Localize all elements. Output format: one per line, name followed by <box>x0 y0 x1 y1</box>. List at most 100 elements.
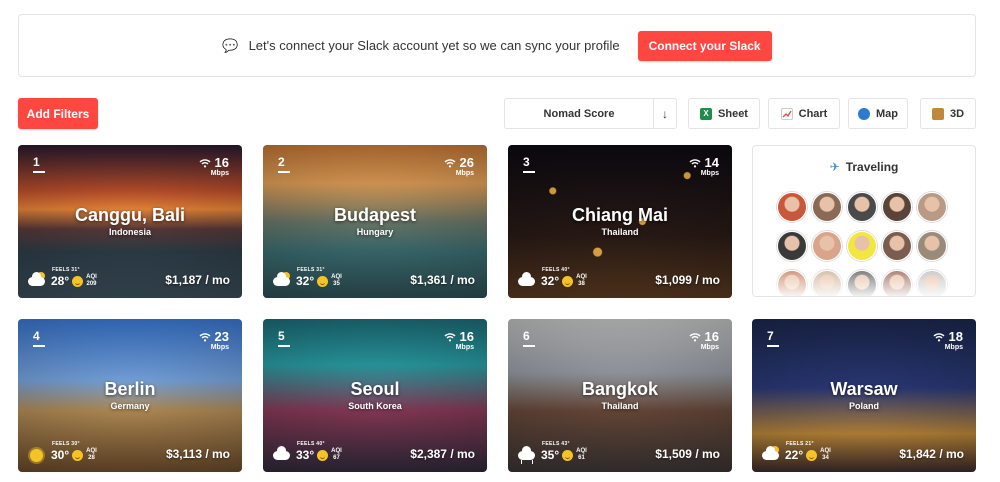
feels-like: FEELS 40° <box>297 441 325 447</box>
internet-value: 23 <box>214 329 229 344</box>
temperature: 33° <box>296 448 315 462</box>
temperature: 30° <box>51 448 70 462</box>
city-card[interactable]: 3 14 Mbps Chiang Mai Thailand FEELS 40° … <box>508 145 732 298</box>
city-card[interactable]: 4 23 Mbps Berlin Germany FEELS 30° 30° A… <box>18 319 242 472</box>
aqi-face-icon <box>72 449 84 461</box>
cost-of-living: $3,113 / mo <box>165 447 230 461</box>
weather-info: FEELS 40° 32° AQI 38 <box>518 267 587 288</box>
weather-info: FEELS 31° 32° AQI 35 <box>273 267 342 288</box>
view-map-button[interactable]: Map <box>848 98 908 129</box>
avatar[interactable] <box>917 231 947 261</box>
internet-value: 18 <box>948 329 963 344</box>
cost-of-living: $1,842 / mo <box>899 447 964 461</box>
cost-of-living: $1,361 / mo <box>410 273 475 287</box>
cost-of-living: $2,387 / mo <box>410 447 475 461</box>
city-rank: 1 <box>33 155 45 173</box>
country-name: South Korea <box>348 401 402 411</box>
weather-icon <box>762 446 780 462</box>
wifi-icon <box>199 332 211 341</box>
cost-of-living: $1,187 / mo <box>165 273 230 287</box>
city-card[interactable]: 5 16 Mbps Seoul South Korea FEELS 40° 33… <box>263 319 487 472</box>
internet-speed: 16 Mbps <box>199 155 229 177</box>
aqi-face-icon <box>562 449 574 461</box>
city-rank: 2 <box>278 155 290 173</box>
toolbar: Add Filters Nomad Score ↓ X Sheet Chart … <box>18 98 976 129</box>
avatar[interactable] <box>882 231 912 261</box>
city-rank: 4 <box>33 329 45 347</box>
excel-icon: X <box>700 107 713 120</box>
internet-value: 16 <box>214 155 229 170</box>
globe-icon <box>858 107 870 120</box>
internet-speed: 16 Mbps <box>444 329 474 351</box>
internet-value: 16 <box>704 329 719 344</box>
avatar[interactable] <box>812 231 842 261</box>
internet-unit: Mbps <box>210 344 229 351</box>
wifi-icon <box>444 332 456 341</box>
temperature: 28° <box>51 274 70 288</box>
aqi-face-icon <box>806 449 818 461</box>
arrow-down-icon[interactable]: ↓ <box>654 99 676 128</box>
connect-slack-button[interactable]: Connect your Slack <box>637 30 772 61</box>
city-name: Bangkok <box>581 379 659 399</box>
internet-speed: 26 Mbps <box>444 155 474 177</box>
cost-of-living: $1,509 / mo <box>655 447 720 461</box>
feels-like: FEELS 43° <box>542 441 570 447</box>
wifi-icon <box>689 158 701 167</box>
city-name: Canggu, Bali <box>74 205 185 225</box>
country-name: Thailand <box>601 227 639 237</box>
internet-value: 16 <box>459 329 474 344</box>
avatar[interactable] <box>847 192 877 222</box>
city-rank: 6 <box>523 329 535 347</box>
city-name: Chiang Mai <box>571 205 668 225</box>
aqi-face-icon <box>317 275 329 287</box>
temperature: 32° <box>296 274 315 288</box>
city-name: Seoul <box>350 379 400 399</box>
city-name: Berlin <box>104 379 156 399</box>
box-icon <box>931 107 944 120</box>
avatar[interactable] <box>812 192 842 222</box>
weather-icon <box>518 446 536 464</box>
air-quality: AQI 38 <box>576 274 587 287</box>
avatar[interactable] <box>847 231 877 261</box>
city-rank: 5 <box>278 329 290 347</box>
internet-speed: 18 Mbps <box>933 329 963 351</box>
feels-like: FEELS 31° <box>297 267 325 273</box>
chat-bubble-icon: 💬 <box>222 37 239 53</box>
internet-unit: Mbps <box>700 344 719 351</box>
feels-like: FEELS 40° <box>542 267 570 273</box>
city-card[interactable]: 6 16 Mbps Bangkok Thailand FEELS 43° 35°… <box>508 319 732 472</box>
city-name: Budapest <box>333 205 416 225</box>
view-3d-button[interactable]: 3D <box>920 98 976 129</box>
avatar[interactable] <box>777 231 807 261</box>
airplane-icon: ✈ <box>829 160 840 174</box>
country-name: Hungary <box>356 227 394 237</box>
view-sheet-button[interactable]: X Sheet <box>688 98 760 129</box>
weather-icon <box>273 446 291 462</box>
avatar[interactable] <box>777 192 807 222</box>
sort-select[interactable]: Nomad Score ↓ <box>504 98 677 129</box>
air-quality: AQI 28 <box>86 448 97 461</box>
weather-info: FEELS 40° 33° AQI 67 <box>273 441 342 462</box>
weather-icon <box>28 272 46 288</box>
view-chart-button[interactable]: Chart <box>768 98 840 129</box>
city-card[interactable]: 7 18 Mbps Warsaw Poland FEELS 21° 22° AQ… <box>752 319 976 472</box>
avatar[interactable] <box>917 192 947 222</box>
country-name: Thailand <box>601 401 639 411</box>
air-quality: AQI 67 <box>331 448 342 461</box>
add-filters-button[interactable]: Add Filters <box>18 98 98 129</box>
air-quality: AQI 35 <box>331 274 342 287</box>
weather-icon <box>28 448 46 462</box>
city-card[interactable]: 1 16 Mbps Canggu, Bali Indonesia FEELS 3… <box>18 145 242 298</box>
weather-info: FEELS 21° 22° AQI 34 <box>762 441 831 462</box>
internet-speed: 14 Mbps <box>689 155 719 177</box>
view-map-label: Map <box>876 107 898 120</box>
city-card[interactable]: 2 26 Mbps Budapest Hungary FEELS 31° 32°… <box>263 145 487 298</box>
country-name: Poland <box>848 401 879 411</box>
aqi-face-icon <box>72 275 84 287</box>
banner-message: Let's connect your Slack account yet so … <box>248 38 620 53</box>
internet-value: 14 <box>704 155 719 170</box>
avatar[interactable] <box>882 192 912 222</box>
temperature: 22° <box>785 448 804 462</box>
weather-info: FEELS 31° 28° AQI 209 <box>28 267 97 288</box>
wifi-icon <box>199 158 211 167</box>
